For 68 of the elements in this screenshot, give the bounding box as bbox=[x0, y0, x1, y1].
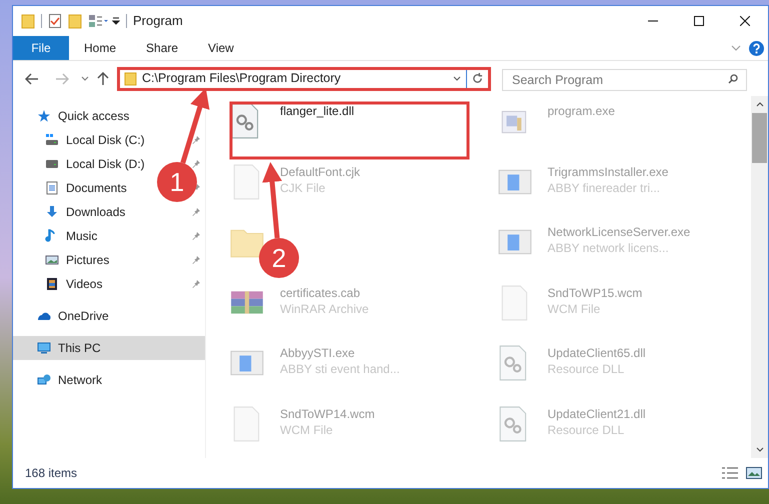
ribbon-tab[interactable]: Share bbox=[131, 36, 194, 60]
back-icon[interactable] bbox=[25, 72, 39, 84]
customize-icon[interactable] bbox=[112, 17, 120, 25]
search-field[interactable]: Search Program bbox=[502, 68, 747, 90]
scroll-down-icon[interactable] bbox=[756, 447, 764, 452]
address-bar[interactable]: C:\Program Files\Program Directory bbox=[117, 66, 491, 90]
nav-item[interactable]: Downloads bbox=[66, 203, 126, 221]
dropdown-caret-icon[interactable] bbox=[453, 76, 461, 81]
pin-icon[interactable] bbox=[191, 255, 201, 265]
drive-icon bbox=[45, 133, 59, 147]
document-icon bbox=[45, 181, 59, 195]
download-icon bbox=[45, 205, 59, 219]
file-type: ABBY sti event hand... bbox=[280, 361, 400, 377]
properties-icon[interactable] bbox=[48, 13, 62, 29]
file-type: WCM File bbox=[280, 422, 334, 438]
search-icon bbox=[728, 74, 738, 84]
recent-caret-icon[interactable] bbox=[81, 76, 89, 81]
address-path: C:\Program Files\Program Directory bbox=[142, 70, 341, 88]
folder-icon bbox=[124, 72, 137, 86]
picture-icon bbox=[45, 253, 59, 267]
pin-icon[interactable] bbox=[191, 159, 201, 169]
file-type: ABBY network licens... bbox=[548, 240, 670, 256]
scroll-up-icon[interactable] bbox=[756, 102, 764, 107]
pin-icon[interactable] bbox=[191, 135, 201, 145]
minimize-icon bbox=[648, 20, 658, 22]
file-type: WinRAR Archive bbox=[280, 300, 369, 316]
scroll-thumb[interactable] bbox=[752, 113, 767, 163]
refresh-icon[interactable] bbox=[472, 73, 483, 84]
item-count: 168 items bbox=[25, 465, 78, 482]
file-type: Resource DLL bbox=[548, 422, 626, 438]
nav-item[interactable]: Local Disk (C:) bbox=[66, 131, 145, 149]
nav-item[interactable]: Network bbox=[13, 368, 205, 392]
nav-item[interactable]: Documents bbox=[66, 179, 127, 197]
layout-icon[interactable] bbox=[88, 14, 110, 28]
pin-icon[interactable] bbox=[191, 279, 201, 289]
close-icon bbox=[740, 16, 750, 26]
help-icon[interactable] bbox=[749, 40, 764, 56]
monitor-icon bbox=[37, 341, 51, 355]
step-badge: 2 bbox=[259, 238, 299, 278]
window-title: Program bbox=[133, 12, 183, 30]
nav-item[interactable]: Quick access bbox=[13, 104, 205, 128]
nav-item[interactable]: Pictures bbox=[66, 251, 110, 269]
file-type: ABBY finereader tri... bbox=[548, 180, 661, 196]
pin-icon[interactable] bbox=[191, 231, 201, 241]
file-type: CJK File bbox=[280, 180, 326, 196]
details-view-icon[interactable] bbox=[722, 467, 738, 479]
network-icon bbox=[37, 373, 51, 387]
ribbon-tab[interactable]: Home bbox=[69, 36, 132, 60]
star-icon bbox=[37, 109, 51, 123]
nav-item[interactable]: This PC bbox=[13, 336, 205, 360]
nav-item[interactable]: Music bbox=[66, 227, 98, 245]
file-name[interactable]: flanger_lite.dll bbox=[280, 103, 354, 119]
file-type: WCM File bbox=[548, 300, 602, 316]
pin-icon[interactable] bbox=[191, 207, 201, 217]
large-icons-view-icon[interactable] bbox=[746, 467, 762, 479]
film-icon bbox=[45, 277, 59, 291]
ribbon-tab[interactable]: File bbox=[13, 36, 69, 60]
maximize-icon bbox=[694, 16, 704, 26]
scrollbar[interactable] bbox=[751, 96, 768, 458]
drive-icon bbox=[45, 157, 59, 171]
ribbon-tab[interactable]: View bbox=[193, 36, 249, 60]
nav-item[interactable]: OneDrive bbox=[13, 304, 205, 328]
nav-item[interactable]: Local Disk (D:) bbox=[66, 155, 145, 173]
up-icon[interactable] bbox=[97, 72, 109, 86]
expand-ribbon-icon[interactable] bbox=[731, 45, 741, 51]
nav-item[interactable]: Videos bbox=[66, 275, 102, 293]
file-type: Resource DLL bbox=[548, 361, 626, 377]
step-badge: 1 bbox=[157, 162, 197, 202]
